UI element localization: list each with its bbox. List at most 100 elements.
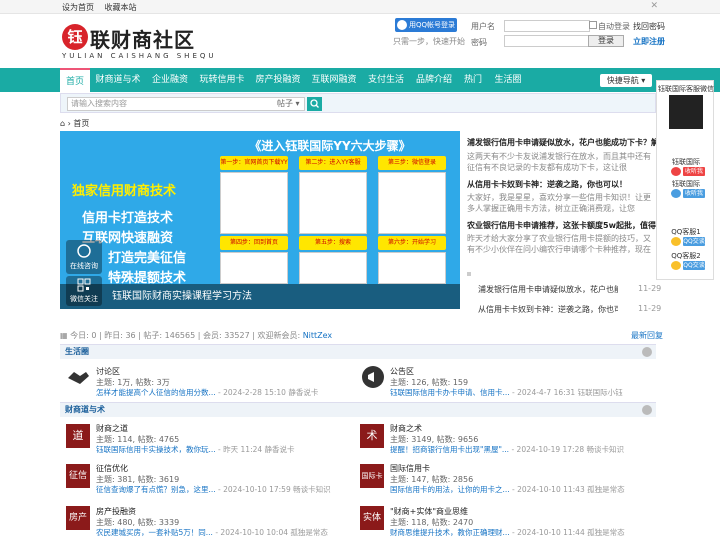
banner-step-6: 第六步：开始学习 xyxy=(378,236,446,250)
forum-last-post: 财商思维提升技术，教你正确理财... - 2024-10-10 11:44 孤独… xyxy=(390,528,625,537)
last-post-meta: 2024-10-10 11:44 孤独是常态 xyxy=(517,528,625,537)
side-wechat-label: 钰联国际客服微信 xyxy=(658,85,714,93)
forum-last-post: 征信查询爆了有点慌？别急，这里... - 2024-10-10 17:59 畅谈… xyxy=(96,485,331,494)
forum-name[interactable]: 财商之道 xyxy=(96,423,128,434)
last-post-link[interactable]: 怎样才能提高个人征信的信用分数... xyxy=(96,388,216,397)
qq-chat-button-2[interactable]: QQ交谈 xyxy=(683,261,705,270)
forum-name[interactable]: 讨论区 xyxy=(96,366,120,377)
weibo-follow-button-2[interactable]: 收听我 xyxy=(683,189,705,198)
forum-icon-zhengxin[interactable]: 征信 xyxy=(66,464,90,488)
set-home-link[interactable]: 设为首页 xyxy=(62,3,94,12)
collapse-icon[interactable] xyxy=(642,347,652,357)
last-post-link[interactable]: 提醒！招商银行信用卡出现"黑屋"... xyxy=(390,445,509,454)
nav-item-payment[interactable]: 支付生活 xyxy=(364,68,408,92)
forum-icon-shiti[interactable]: 实体 xyxy=(360,506,384,530)
forum-name[interactable]: 公告区 xyxy=(390,366,414,377)
quick-nav-button[interactable]: 快捷导航 ▾ xyxy=(600,74,652,87)
nav-item-finance[interactable]: 企业融资 xyxy=(148,68,192,92)
forum-last-post: 钰联国际信用卡办卡申请、信用卡... - 2024-4-7 16:31 钰联国际… xyxy=(390,388,623,397)
article-body-1: 这两天有不少卡友说浦发银行在放水，而且其中还有征信有不良记录的卡友都有成功下卡，… xyxy=(467,152,651,172)
section-header-life[interactable]: 生活圈 xyxy=(60,344,656,359)
nav-item-hot[interactable]: 热门 xyxy=(458,68,488,92)
qq-login-label: 用QQ帐号登录 xyxy=(409,21,456,29)
last-post-meta: 2024-2-28 15:10 静香说卡 xyxy=(223,388,319,397)
last-post-link[interactable]: 征信查询爆了有点慌？别急，这里... xyxy=(96,485,216,494)
banner-screenshot-6 xyxy=(378,252,446,284)
last-post-link[interactable]: 国际信用卡的用法，让你的用卡之... xyxy=(390,485,510,494)
last-post-link[interactable]: 钰联国际信用卡办卡申请、信用卡... xyxy=(390,388,510,397)
logo-icon[interactable]: 钰 xyxy=(62,24,88,50)
search-input[interactable]: 请输入搜索内容 xyxy=(67,97,305,111)
forum-icon-guojika[interactable]: 国际卡 xyxy=(360,464,384,488)
login-button[interactable]: 登录 xyxy=(588,35,624,47)
recent-item-2[interactable]: 从信用卡卡奴到卡神：逆袭之路，你也可 xyxy=(478,304,618,315)
close-icon[interactable]: ✕ xyxy=(650,1,658,11)
forum-name[interactable]: 房产投融资 xyxy=(96,506,136,517)
search-scope-select[interactable]: 帖子 ▾ xyxy=(277,97,305,111)
qq-icon xyxy=(397,20,407,30)
last-post-meta: 2024-4-7 16:31 钰联国际小钰 xyxy=(517,388,623,397)
username-label: 用户名 xyxy=(471,22,495,31)
list-bullet xyxy=(467,272,471,276)
wechat-follow-button[interactable]: 微信关注 xyxy=(66,276,102,306)
forum-name[interactable]: 征信优化 xyxy=(96,463,128,474)
register-link[interactable]: 立即注册 xyxy=(633,36,665,47)
chart-icon: ▦ xyxy=(60,331,68,340)
bookmark-link[interactable]: 收藏本站 xyxy=(105,3,137,12)
recent-date-2: 11-29 xyxy=(638,304,662,313)
search-button[interactable] xyxy=(307,97,322,111)
article-title-3[interactable]: 农业银行信用卡申请推荐，这张卡额度5w起批，值得一冲 xyxy=(467,220,657,231)
nav-item-credit-card[interactable]: 玩转信用卡 xyxy=(196,68,248,92)
username-input[interactable] xyxy=(504,20,590,32)
nav-item-caishang[interactable]: 财商道与术 xyxy=(92,68,144,92)
weibo-follow-button-1[interactable]: 收听我 xyxy=(683,167,705,176)
side-qq1-label: QQ客服1 xyxy=(671,228,701,236)
auto-login-checkbox[interactable] xyxy=(589,21,597,29)
forum-icon-fangchan[interactable]: 房产 xyxy=(66,506,90,530)
forum-name[interactable]: 国际信用卡 xyxy=(390,463,430,474)
password-input[interactable] xyxy=(504,35,590,47)
latest-replies-link[interactable]: 最新回复 xyxy=(631,330,663,341)
banner-step-5: 第五步：搜索 82695866 xyxy=(299,236,367,260)
forum-last-post: 怎样才能提高个人征信的信用分数... - 2024-2-28 15:10 静香说… xyxy=(96,388,319,397)
new-member-link[interactable]: NittZex xyxy=(303,331,332,340)
forum-name[interactable]: "财商+实体"商业思维 xyxy=(390,506,468,517)
article-title-1[interactable]: 浦发银行信用卡申请疑似放水，花户也能成功下卡？解析 xyxy=(467,137,657,148)
banner-screenshot-4 xyxy=(220,252,288,284)
breadcrumb-home[interactable]: 首页 xyxy=(73,119,89,128)
banner-caption[interactable]: 钰联国际财商实操课程学习方法 xyxy=(60,284,460,309)
nav-item-life[interactable]: 生活圈 xyxy=(490,68,526,92)
last-post-link[interactable]: 钰联国际信用卡实操技术，教你玩... xyxy=(96,445,216,454)
nav-item-internet[interactable]: 互联网融资 xyxy=(308,68,360,92)
nav-item-home[interactable]: 首页 xyxy=(60,68,90,92)
find-password-link[interactable]: 找回密码 xyxy=(633,21,665,32)
last-post-link[interactable]: 财商思维提升技术，教你正确理财... xyxy=(390,528,510,537)
search-scope-label: 帖子 xyxy=(277,99,293,108)
qq-chat-button-1[interactable]: QQ交谈 xyxy=(683,237,705,246)
home-icon[interactable]: ⌂ xyxy=(60,119,65,128)
forum-name[interactable]: 财商之术 xyxy=(390,423,422,434)
forum-icon-shu[interactable]: 术 xyxy=(360,424,384,448)
banner-step-4: 第四步：回到首页 xyxy=(220,236,288,250)
online-consult-button[interactable]: 在线咨询 xyxy=(66,240,102,274)
banner-step-1: 第一步：官网首页下载YY客服 xyxy=(220,156,288,180)
qq-avatar-icon xyxy=(671,261,681,270)
nav-item-realestate[interactable]: 房产投融资 xyxy=(252,68,304,92)
recent-item-1[interactable]: 浦发银行信用卡申请疑似放水，花户也能 xyxy=(478,284,618,295)
nav-item-brand[interactable]: 品牌介绍 xyxy=(412,68,456,92)
article-title-2[interactable]: 从信用卡卡奴到卡神：逆袭之路，你也可以！ xyxy=(467,179,657,190)
forum-icon-dao[interactable]: 道 xyxy=(66,424,90,448)
last-post-link[interactable]: 农民建城买房，一套补贴5万！同... xyxy=(96,528,213,537)
forum-last-post: 农民建城买房，一套补贴5万！同... - 2024-10-10 10:04 孤独… xyxy=(96,528,328,537)
last-post-meta: 2024-10-10 11:43 孤独是常态 xyxy=(517,485,625,494)
logo-text[interactable]: 联财商社区 xyxy=(90,24,195,53)
forum-last-post: 国际信用卡的用法，让你的用卡之... - 2024-10-10 11:43 孤独… xyxy=(390,485,625,494)
top-bar: 设为首页 收藏本站 ✕ xyxy=(0,0,720,14)
side-weibo-title: 钰联国际 xyxy=(672,158,700,166)
collapse-icon[interactable] xyxy=(642,405,652,415)
section-header-caishang[interactable]: 财商道与术 xyxy=(60,402,656,417)
qq-login-button[interactable]: 用QQ帐号登录 xyxy=(395,18,457,32)
banner-line-4: 打造完美征信 xyxy=(108,251,187,266)
tencent-weibo-icon xyxy=(671,189,681,198)
breadcrumb: ⌂ › 首页 xyxy=(60,119,90,128)
